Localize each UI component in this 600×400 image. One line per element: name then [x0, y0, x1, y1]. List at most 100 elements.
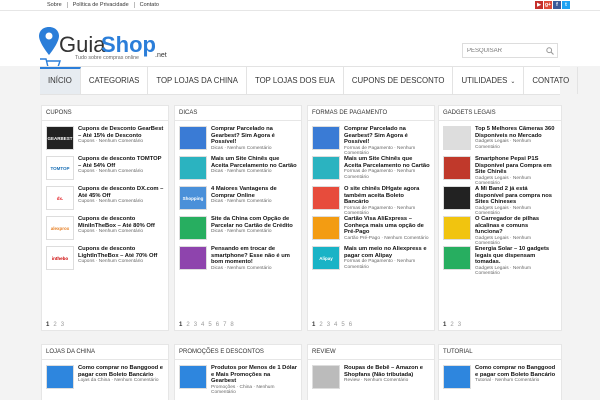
- post-thumbnail[interactable]: [443, 156, 471, 180]
- top-link-privacidade[interactable]: Política de Privacidade: [68, 2, 135, 8]
- youtube-icon[interactable]: ▶: [535, 1, 543, 9]
- search-input[interactable]: [463, 44, 541, 57]
- page-link[interactable]: 2: [186, 322, 189, 328]
- post-thumbnail[interactable]: [443, 186, 471, 210]
- post-title[interactable]: Cupons de desconto MiniInTheBox – Até 80…: [78, 216, 164, 229]
- post-item[interactable]: Comprar Parcelado na Gearbest? Sim Agora…: [179, 126, 297, 153]
- page-link[interactable]: 1: [46, 322, 49, 328]
- post-thumbnail[interactable]: [179, 126, 207, 150]
- facebook-icon[interactable]: f: [553, 1, 561, 9]
- post-title[interactable]: Como comprar no Banggood e pagar com Bol…: [475, 365, 557, 378]
- post-title[interactable]: Cupons de Desconto GearBest – Até 15% de…: [78, 126, 164, 139]
- post-item[interactable]: Roupas de Bebê – Amazon e Shopfans (Não …: [312, 365, 430, 392]
- post-title[interactable]: Comprar Parcelado na Gearbest? Sim Agora…: [211, 126, 297, 146]
- post-thumbnail[interactable]: [443, 126, 471, 150]
- post-title[interactable]: Como comprar no Banggood e pagar com Bol…: [78, 365, 164, 378]
- post-title[interactable]: Site da China com Opção de Parcelar no C…: [211, 216, 297, 229]
- site-logo[interactable]: Guia Shop .net Tudo sobre compras online: [38, 25, 198, 70]
- page-link[interactable]: 2: [450, 322, 453, 328]
- post-title[interactable]: O Carregador de pilhas alcalinas e comun…: [475, 216, 557, 236]
- post-item[interactable]: Mais um Site Chinês que Aceita Parcelame…: [179, 156, 297, 183]
- nav-top-lojas-china[interactable]: TOP LOJAS DA CHINA: [148, 67, 247, 94]
- page-link[interactable]: 7: [223, 322, 226, 328]
- post-thumbnail[interactable]: [179, 216, 207, 240]
- post-thumbnail[interactable]: [443, 246, 471, 270]
- page-link[interactable]: 4: [201, 322, 204, 328]
- post-title[interactable]: Mais um meio no Aliexpress e pagar com A…: [344, 246, 430, 259]
- post-thumbnail[interactable]: [312, 365, 340, 389]
- post-title[interactable]: Energia Solar – 10 gadgets legais que di…: [475, 246, 557, 266]
- post-item[interactable]: O site chinês DHgate agora também aceita…: [312, 186, 430, 216]
- page-link[interactable]: 6: [349, 322, 352, 328]
- post-thumbnail[interactable]: [46, 365, 74, 389]
- search-icon[interactable]: [546, 47, 554, 55]
- post-item[interactable]: inthebo Cupons de desconto LightInTheBox …: [46, 246, 164, 273]
- post-title[interactable]: Cupons de desconto TOMTOP – Até 54% Off: [78, 156, 164, 169]
- page-link[interactable]: 3: [61, 322, 64, 328]
- top-link-contato[interactable]: Contato: [135, 2, 164, 8]
- post-thumbnail[interactable]: [179, 246, 207, 270]
- page-link[interactable]: 5: [341, 322, 344, 328]
- post-title[interactable]: Cupons de desconto LightInTheBox – Até 7…: [78, 246, 164, 259]
- post-thumbnail[interactable]: [312, 216, 340, 240]
- post-item[interactable]: alexprox Cupons de desconto MiniInTheBox …: [46, 216, 164, 243]
- post-title[interactable]: Mais um Site Chinês que Aceita Parcelame…: [211, 156, 297, 169]
- post-thumbnail[interactable]: TOMTOP: [46, 156, 74, 180]
- post-item[interactable]: O Carregador de pilhas alcalinas e comun…: [443, 216, 557, 246]
- post-title[interactable]: Smartphone Pepsi P1S Disponível para Com…: [475, 156, 557, 176]
- google-plus-icon[interactable]: g+: [544, 1, 552, 9]
- post-title[interactable]: Cartão Visa AliExpress – Conheça mais um…: [344, 216, 430, 236]
- nav-categorias[interactable]: CATEGORIAS: [81, 67, 149, 94]
- post-thumbnail[interactable]: [312, 186, 340, 210]
- post-title[interactable]: 4 Maiores Vantagens de Comprar Online: [211, 186, 297, 199]
- page-link[interactable]: 1: [312, 322, 315, 328]
- page-link[interactable]: 3: [327, 322, 330, 328]
- post-thumbnail[interactable]: inthebo: [46, 246, 74, 270]
- post-thumbnail[interactable]: [179, 156, 207, 180]
- post-thumbnail[interactable]: [312, 156, 340, 180]
- twitter-icon[interactable]: t: [562, 1, 570, 9]
- post-thumbnail[interactable]: Alipay: [312, 246, 340, 270]
- post-item[interactable]: Site da China com Opção de Parcelar no C…: [179, 216, 297, 243]
- post-item[interactable]: Como comprar no Banggood e pagar com Bol…: [46, 365, 164, 392]
- post-item[interactable]: Pensando em trocar de smartphone? Esse n…: [179, 246, 297, 273]
- page-link[interactable]: 1: [443, 322, 446, 328]
- nav-inicio[interactable]: INÍCIO: [40, 67, 81, 94]
- nav-cupons[interactable]: CUPONS DE DESCONTO: [344, 67, 454, 94]
- post-item[interactable]: GEARBEST Cupons de Desconto GearBest – At…: [46, 126, 164, 153]
- post-title[interactable]: A Mi Band 2 já está disponível para comp…: [475, 186, 557, 206]
- page-link[interactable]: 2: [319, 322, 322, 328]
- page-link[interactable]: 8: [230, 322, 233, 328]
- post-title[interactable]: Mais um Site Chinês que Aceita Parcelame…: [344, 156, 430, 169]
- post-thumbnail[interactable]: [443, 216, 471, 240]
- post-item[interactable]: Alipay Mais um meio no Aliexpress e pagar…: [312, 246, 430, 273]
- nav-utilidades[interactable]: UTILIDADES ⌄: [453, 67, 525, 94]
- page-link[interactable]: 3: [194, 322, 197, 328]
- page-link[interactable]: 4: [334, 322, 337, 328]
- post-title[interactable]: Roupas de Bebê – Amazon e Shopfans (Não …: [344, 365, 430, 378]
- post-title[interactable]: Cupons de desconto DX.com – Até 45% Off: [78, 186, 164, 199]
- page-link[interactable]: 6: [216, 322, 219, 328]
- nav-contato[interactable]: CONTATO: [524, 67, 579, 94]
- post-item[interactable]: Comprar Parcelado na Gearbest? Sim Agora…: [312, 126, 430, 156]
- post-item[interactable]: Shopping 4 Maiores Vantagens de Comprar O…: [179, 186, 297, 213]
- page-link[interactable]: 2: [53, 322, 56, 328]
- post-item[interactable]: Como comprar no Banggood e pagar com Bol…: [443, 365, 557, 392]
- post-thumbnail[interactable]: dx.: [46, 186, 74, 210]
- post-title[interactable]: Pensando em trocar de smartphone? Esse n…: [211, 246, 297, 266]
- post-item[interactable]: Cartão Visa AliExpress – Conheça mais um…: [312, 216, 430, 243]
- post-item[interactable]: Smartphone Pepsi P1S Disponível para Com…: [443, 156, 557, 186]
- post-item[interactable]: Energia Solar – 10 gadgets legais que di…: [443, 246, 557, 276]
- post-thumbnail[interactable]: [179, 365, 207, 389]
- post-item[interactable]: A Mi Band 2 já está disponível para comp…: [443, 186, 557, 216]
- page-link[interactable]: 1: [179, 322, 182, 328]
- nav-top-lojas-eua[interactable]: TOP LOJAS DOS EUA: [247, 67, 344, 94]
- post-item[interactable]: TOMTOP Cupons de desconto TOMTOP – Até 54…: [46, 156, 164, 183]
- post-title[interactable]: O site chinês DHgate agora também aceita…: [344, 186, 430, 206]
- page-link[interactable]: 5: [208, 322, 211, 328]
- post-thumbnail[interactable]: [312, 126, 340, 150]
- post-thumbnail[interactable]: GEARBEST: [46, 126, 74, 150]
- post-title[interactable]: Comprar Parcelado na Gearbest? Sim Agora…: [344, 126, 430, 146]
- post-item[interactable]: Mais um Site Chinês que Aceita Parcelame…: [312, 156, 430, 183]
- post-title[interactable]: Top 5 Melhores Câmeras 360 Disponíveis n…: [475, 126, 557, 139]
